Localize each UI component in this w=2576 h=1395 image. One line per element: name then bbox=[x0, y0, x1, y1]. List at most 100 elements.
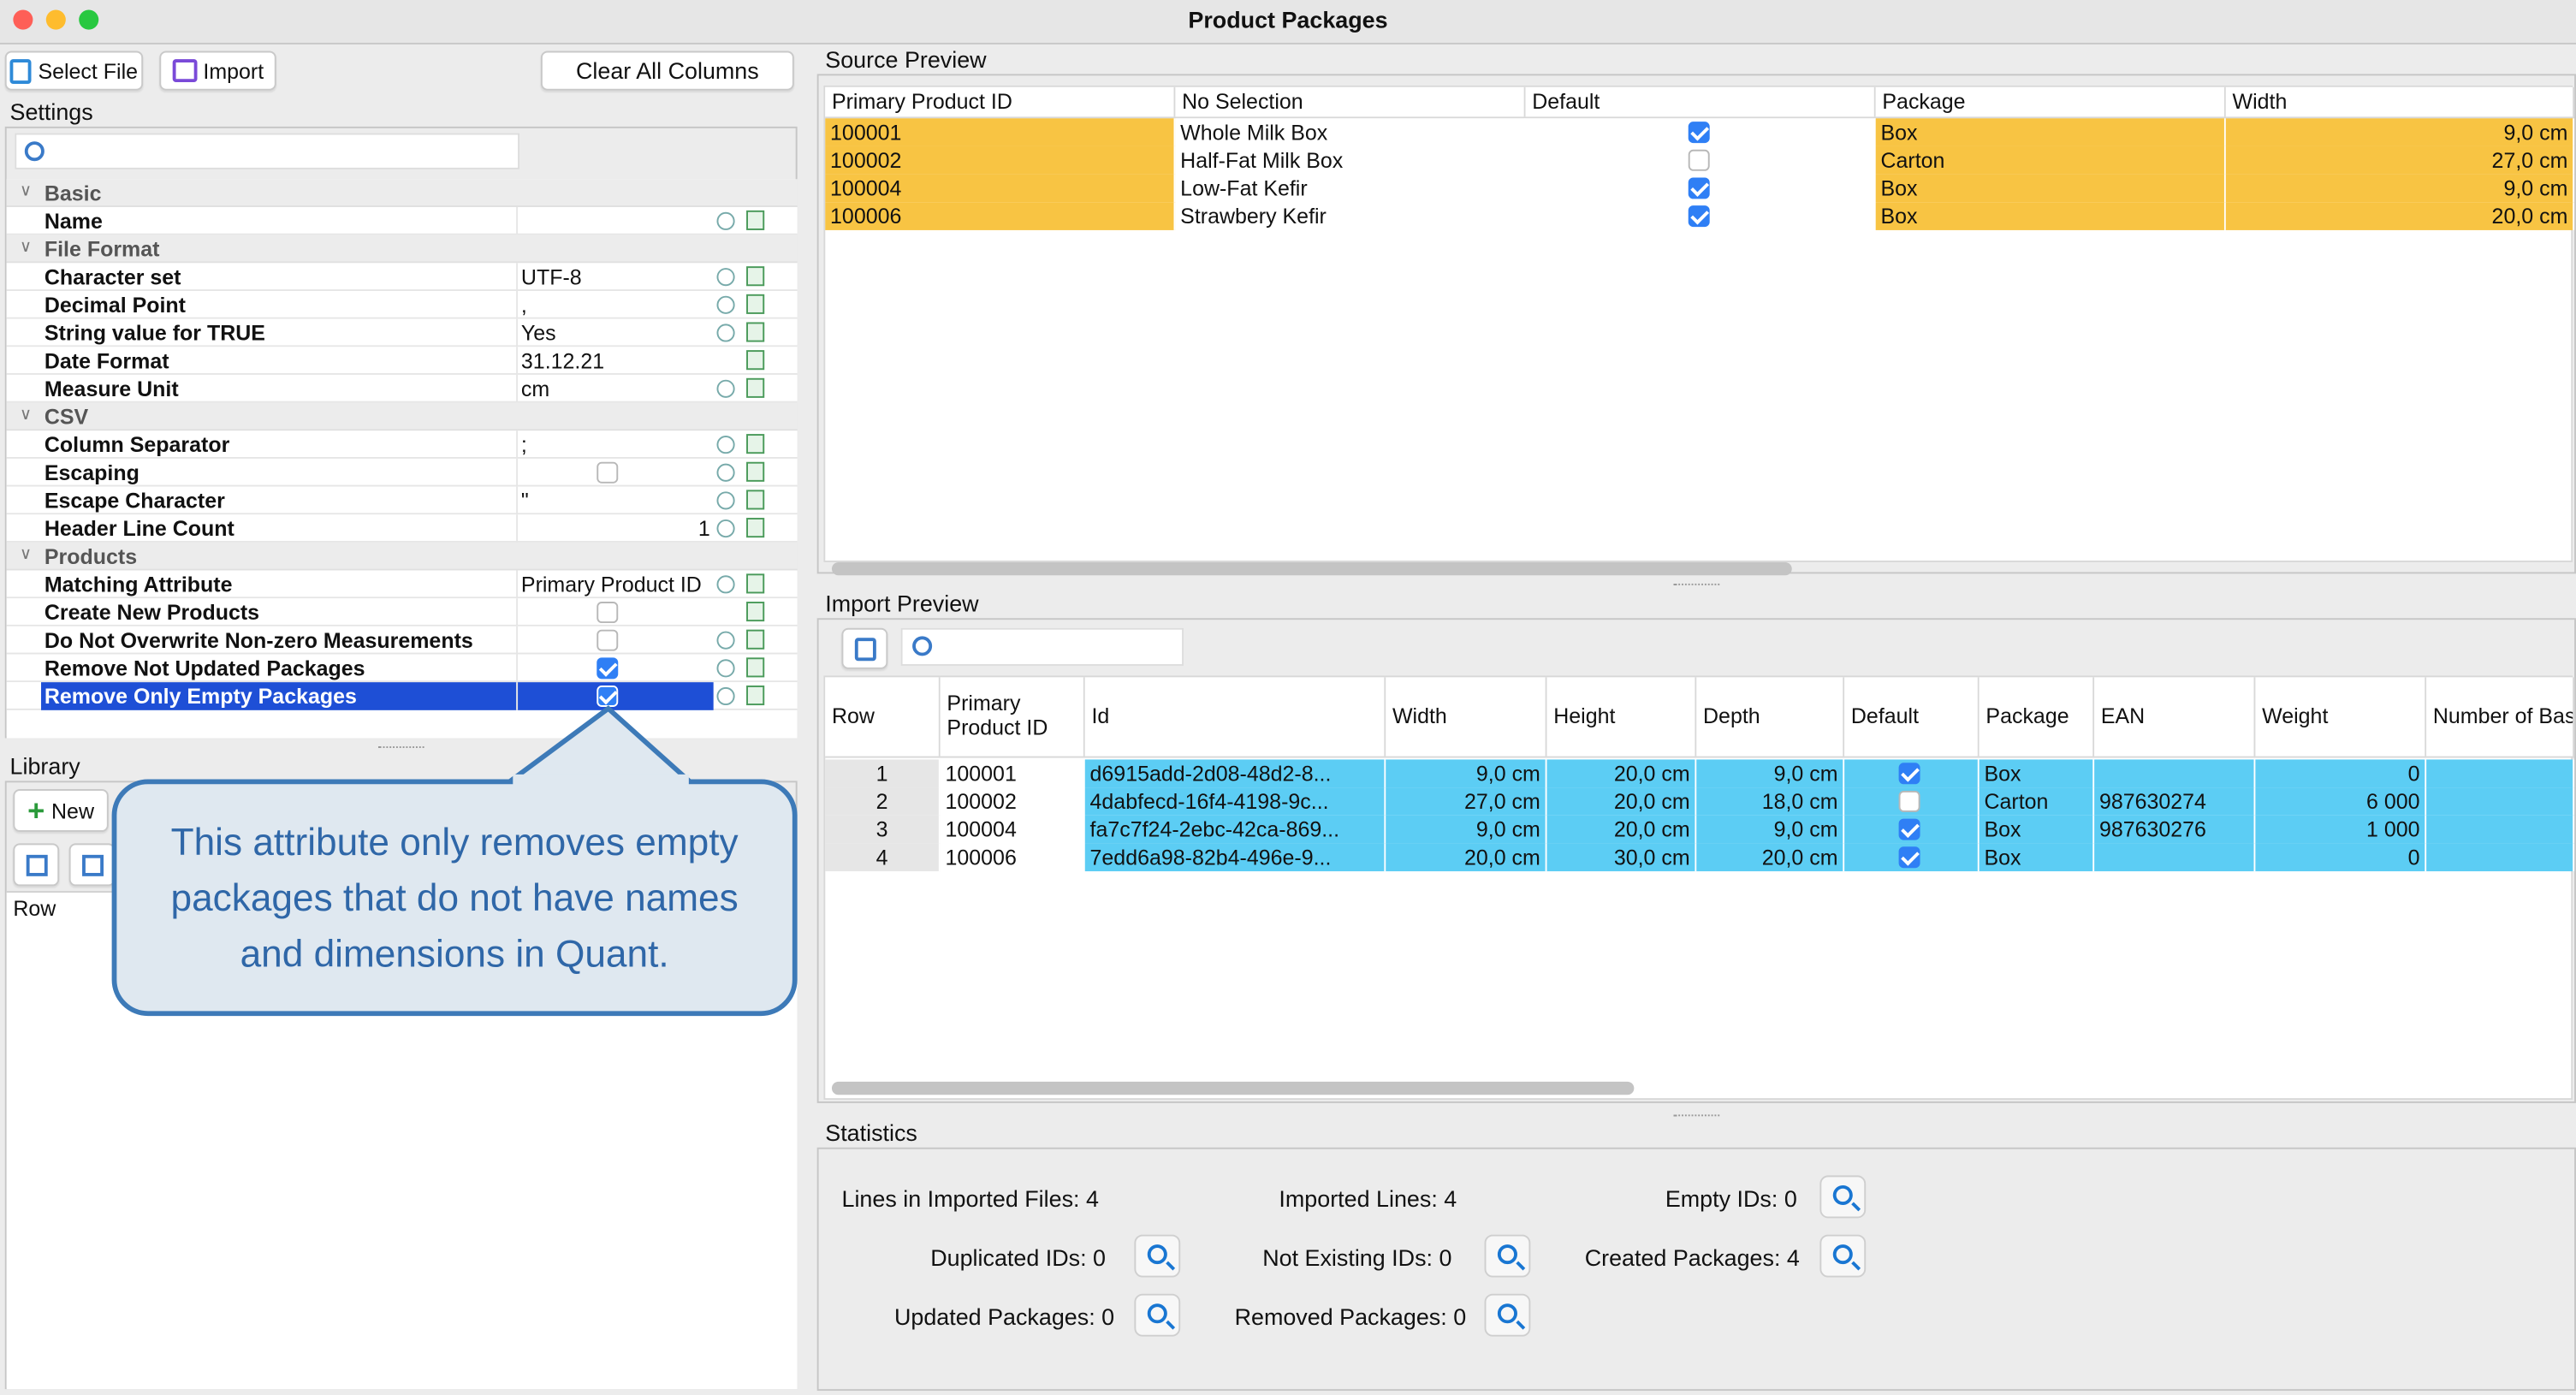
import-cell-height[interactable]: 20,0 cm bbox=[1546, 759, 1697, 788]
prop-escape-character[interactable]: Escape Character " bbox=[6, 486, 798, 515]
check-icon-button[interactable] bbox=[13, 843, 60, 887]
split-handle[interactable] bbox=[1673, 583, 1720, 589]
import-col-primary-id[interactable]: Primary Product ID bbox=[940, 677, 1085, 757]
prop-matching-attribute[interactable]: Matching Attribute Primary Product ID bbox=[6, 570, 798, 599]
source-col-primary-id[interactable]: Primary Product ID bbox=[825, 86, 1176, 117]
default-checkbox[interactable] bbox=[1898, 818, 1920, 840]
import-cell-weight[interactable]: 0 bbox=[2255, 843, 2427, 872]
reset-icon[interactable] bbox=[716, 463, 735, 482]
import-col-default[interactable]: Default bbox=[1844, 677, 1979, 757]
source-cell-default[interactable] bbox=[1525, 202, 1876, 230]
import-cell-package[interactable]: Box bbox=[1979, 843, 2095, 872]
source-cell-width[interactable]: 9,0 cm bbox=[2225, 118, 2575, 146]
import-cell-id[interactable]: d6915add-2d08-48d2-8... bbox=[1084, 759, 1386, 788]
prop-string-true[interactable]: String value for TRUE Yes bbox=[6, 318, 798, 347]
apply-icon[interactable] bbox=[746, 461, 765, 482]
apply-icon[interactable] bbox=[746, 434, 765, 454]
zoom-window-button[interactable] bbox=[79, 9, 99, 30]
source-cell-package[interactable]: Box bbox=[1875, 174, 2226, 203]
import-cell-weight[interactable]: 1 000 bbox=[2255, 815, 2427, 844]
import-data-button[interactable] bbox=[841, 627, 888, 669]
import-col-id[interactable]: Id bbox=[1084, 677, 1386, 757]
created-packages-view-button[interactable] bbox=[1819, 1234, 1867, 1278]
reset-icon[interactable] bbox=[716, 436, 735, 454]
escaping-checkbox[interactable] bbox=[597, 461, 619, 484]
import-cell-default[interactable] bbox=[1844, 815, 1979, 844]
reset-icon[interactable] bbox=[716, 211, 735, 230]
source-cell-default[interactable] bbox=[1525, 118, 1876, 146]
import-cell-number_of_bas[interactable] bbox=[2426, 787, 2575, 816]
import-cell-ean[interactable]: 987630274 bbox=[2094, 787, 2256, 816]
category-products[interactable]: ∨ Products bbox=[6, 542, 798, 571]
import-cell-width[interactable]: 9,0 cm bbox=[1386, 815, 1547, 844]
import-horizontal-scrollbar[interactable] bbox=[831, 1081, 1635, 1095]
import-cell-pid[interactable]: 100006 bbox=[940, 843, 1085, 872]
reset-icon[interactable] bbox=[716, 295, 735, 314]
import-cell-default[interactable] bbox=[1844, 843, 1979, 872]
import-cell-depth[interactable]: 20,0 cm bbox=[1696, 843, 1845, 872]
default-checkbox[interactable] bbox=[1688, 149, 1710, 171]
import-cell-default[interactable] bbox=[1844, 759, 1979, 788]
import-cell-depth[interactable]: 9,0 cm bbox=[1696, 759, 1845, 788]
reset-icon[interactable] bbox=[716, 575, 735, 594]
create-new-products-checkbox[interactable] bbox=[597, 602, 619, 624]
source-cell-width[interactable]: 27,0 cm bbox=[2225, 145, 2575, 175]
settings-search-input[interactable] bbox=[15, 133, 519, 169]
source-cell-package[interactable]: Carton bbox=[1875, 145, 2226, 175]
import-cell-width[interactable]: 20,0 cm bbox=[1386, 843, 1547, 872]
import-col-weight[interactable]: Weight bbox=[2255, 677, 2427, 757]
default-checkbox[interactable] bbox=[1688, 177, 1710, 199]
import-cell-ean[interactable]: 987630276 bbox=[2094, 815, 2256, 844]
source-cell-name[interactable]: Strawbery Kefir bbox=[1175, 202, 1526, 230]
import-cell-height[interactable]: 20,0 cm bbox=[1546, 787, 1697, 816]
source-cell-package[interactable]: Box bbox=[1875, 118, 2226, 146]
import-cell-row[interactable]: 3 bbox=[825, 815, 941, 844]
import-cell-width[interactable]: 9,0 cm bbox=[1386, 759, 1547, 788]
reset-icon[interactable] bbox=[716, 491, 735, 510]
default-checkbox[interactable] bbox=[1898, 790, 1920, 812]
prop-header-line-count[interactable]: Header Line Count 1 bbox=[6, 514, 798, 543]
import-cell-package[interactable]: Box bbox=[1979, 759, 2095, 788]
clear-all-columns-button[interactable]: Clear All Columns bbox=[540, 50, 794, 91]
split-handle[interactable] bbox=[377, 746, 424, 751]
apply-icon[interactable] bbox=[746, 210, 765, 230]
source-cell-default[interactable] bbox=[1525, 174, 1876, 203]
import-cell-height[interactable]: 30,0 cm bbox=[1546, 843, 1697, 872]
apply-icon[interactable] bbox=[746, 377, 765, 398]
reset-icon[interactable] bbox=[716, 519, 735, 538]
prop-column-separator[interactable]: Column Separator; bbox=[6, 430, 798, 459]
reset-icon[interactable] bbox=[716, 631, 735, 650]
import-col-package[interactable]: Package bbox=[1979, 677, 2095, 757]
source-cell-id[interactable]: 100006 bbox=[825, 202, 1176, 230]
prop-date-format[interactable]: Date Format 31.12.21 bbox=[6, 347, 798, 375]
source-cell-name[interactable]: Whole Milk Box bbox=[1175, 118, 1526, 146]
import-col-number-of-bas[interactable]: Number of Bas bbox=[2426, 677, 2575, 757]
category-basic[interactable]: ∨ Basic bbox=[6, 179, 798, 208]
prop-escaping[interactable]: Escaping bbox=[6, 458, 798, 487]
source-cell-name[interactable]: Half-Fat Milk Box bbox=[1175, 145, 1526, 175]
apply-icon[interactable] bbox=[746, 266, 765, 287]
import-cell-ean[interactable] bbox=[2094, 843, 2256, 872]
import-cell-depth[interactable]: 9,0 cm bbox=[1696, 815, 1845, 844]
import-cell-number_of_bas[interactable] bbox=[2426, 815, 2575, 844]
import-cell-package[interactable]: Box bbox=[1979, 815, 2095, 844]
reset-icon[interactable] bbox=[716, 686, 735, 706]
import-cell-default[interactable] bbox=[1844, 787, 1979, 816]
prop-decimal-point[interactable]: Decimal Point, bbox=[6, 290, 798, 319]
minimize-window-button[interactable] bbox=[45, 9, 66, 30]
default-checkbox[interactable] bbox=[1898, 763, 1920, 785]
import-cell-pid[interactable]: 100001 bbox=[940, 759, 1085, 788]
not-existing-ids-view-button[interactable] bbox=[1484, 1234, 1531, 1278]
category-csv[interactable]: ∨ CSV bbox=[6, 402, 798, 431]
apply-icon[interactable] bbox=[746, 490, 765, 510]
close-window-button[interactable] bbox=[13, 9, 33, 30]
prop-name[interactable]: Name bbox=[6, 207, 798, 235]
source-col-default[interactable]: Default bbox=[1525, 86, 1876, 117]
apply-icon[interactable] bbox=[746, 573, 765, 594]
import-cell-package[interactable]: Carton bbox=[1979, 787, 2095, 816]
reset-icon[interactable] bbox=[716, 268, 735, 287]
updated-packages-view-button[interactable] bbox=[1134, 1293, 1181, 1337]
import-cell-id[interactable]: 4dabfecd-16f4-4198-9c... bbox=[1084, 787, 1386, 816]
import-cell-depth[interactable]: 18,0 cm bbox=[1696, 787, 1845, 816]
source-cell-id[interactable]: 100004 bbox=[825, 174, 1176, 203]
